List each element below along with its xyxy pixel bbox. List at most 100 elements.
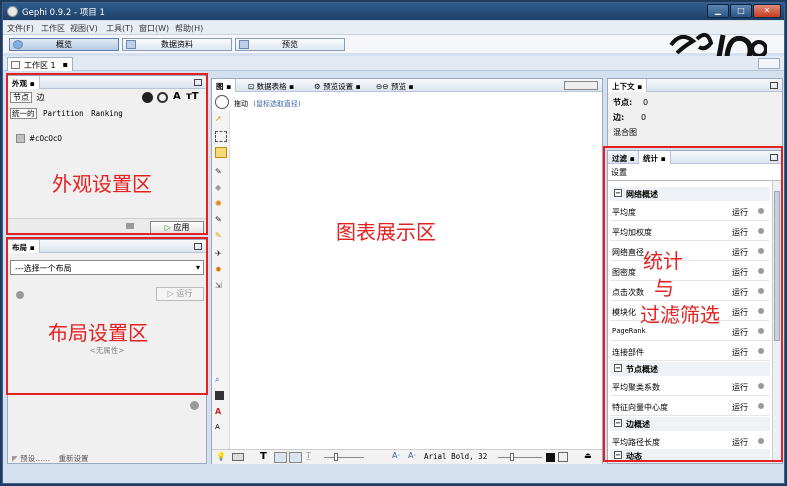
info-icon[interactable] xyxy=(758,228,764,234)
info-icon[interactable] xyxy=(758,383,764,389)
rectangle-select-icon[interactable] xyxy=(215,131,227,142)
run-button[interactable]: 运行 xyxy=(732,267,748,278)
run-button[interactable]: 运行 xyxy=(732,382,748,393)
unique-mode-tab[interactable]: 统一的 xyxy=(10,108,37,119)
run-button[interactable]: 运行 xyxy=(732,307,748,318)
info-icon[interactable] xyxy=(758,208,764,214)
run-button[interactable]: 运行 xyxy=(732,247,748,258)
reset-button[interactable]: 重新设置 xyxy=(59,454,89,463)
brush-icon[interactable]: ✎ xyxy=(215,167,227,178)
data-lab-mode-button[interactable]: 数据资料 xyxy=(122,38,232,51)
run-button[interactable]: 运行 xyxy=(732,287,748,298)
workspace-tab[interactable]: 工作区 1 ▪ xyxy=(7,57,73,71)
heat-icon[interactable]: ✺ xyxy=(215,199,227,210)
auto-apply-icon[interactable] xyxy=(126,223,134,229)
layout-info-icon[interactable] xyxy=(16,291,24,299)
edge-label-toggle[interactable] xyxy=(289,452,302,463)
text-size-icon[interactable]: A xyxy=(215,423,227,434)
size-icon[interactable] xyxy=(157,92,168,103)
expand-icon[interactable]: ⏏ xyxy=(584,451,592,460)
slider-handle[interactable] xyxy=(334,453,338,461)
menu-view[interactable]: 视图(V) xyxy=(70,23,98,34)
close-button[interactable]: ✕ xyxy=(753,4,781,18)
menu-file[interactable]: 文件(F) xyxy=(7,23,34,34)
menu-tools[interactable]: 工具(T) xyxy=(106,23,133,34)
layout-select[interactable]: ---选择一个布局 ▾ xyxy=(10,260,204,275)
overview-mode-button[interactable]: 概览 xyxy=(9,38,119,51)
font-label[interactable]: Arial Bold, 32 xyxy=(424,452,487,461)
add-edge-icon[interactable]: ⇲ xyxy=(215,281,227,292)
layout-tab[interactable]: 布局 ▪ xyxy=(8,240,40,253)
edge-overview-section[interactable]: − 边概述 xyxy=(610,417,770,431)
minimize-panel-icon[interactable] xyxy=(194,243,202,250)
color-swatch[interactable] xyxy=(16,134,25,143)
menu-help[interactable]: 帮助(H) xyxy=(175,23,203,34)
close-tab-icon[interactable]: ▪ xyxy=(63,60,68,69)
ranking-mode-tab[interactable]: Ranking xyxy=(91,109,123,118)
scrollbar-thumb[interactable] xyxy=(774,191,780,341)
filters-tab[interactable]: 过滤 ▪ xyxy=(608,151,639,164)
attributes-icon[interactable] xyxy=(558,452,568,462)
label-color-swatch[interactable] xyxy=(546,453,555,462)
statistics-scrollbar[interactable] xyxy=(772,181,781,463)
shortest-path-icon[interactable]: ✈ xyxy=(215,249,227,260)
info-icon[interactable] xyxy=(758,403,764,409)
node-label-toggle[interactable] xyxy=(274,452,287,463)
layout-run-button[interactable]: ▷ 运行 xyxy=(156,287,204,301)
eraser-icon[interactable]: ◆ xyxy=(215,183,227,194)
menu-window[interactable]: 窗口(W) xyxy=(139,23,169,34)
zoom-icon[interactable]: ⌕ xyxy=(215,375,227,386)
preview-tab[interactable]: ⊖⊖ 预览 ▪ xyxy=(372,79,417,92)
font-size-decrease-icon[interactable]: A· xyxy=(408,451,416,460)
tab-navigation-buttons[interactable] xyxy=(564,81,598,90)
layout-properties-icon[interactable] xyxy=(190,401,199,410)
label-size-slider[interactable] xyxy=(324,457,364,458)
apply-button[interactable]: ▷ 应用 xyxy=(150,221,204,234)
info-icon[interactable] xyxy=(758,348,764,354)
preview-settings-tab[interactable]: ⚙ 预览设置 ▪ xyxy=(310,79,365,92)
edit-node-icon[interactable]: ✹ xyxy=(215,265,227,276)
text-color-icon[interactable]: A xyxy=(215,407,227,418)
dynamic-section[interactable]: − 动态 xyxy=(610,449,770,463)
run-button[interactable]: 运行 xyxy=(732,207,748,218)
menu-workspace[interactable]: 工作区 xyxy=(41,23,65,34)
info-icon[interactable] xyxy=(758,308,764,314)
run-button[interactable]: 运行 xyxy=(732,227,748,238)
minimize-panel-icon[interactable] xyxy=(770,154,778,161)
font-slider-handle[interactable] xyxy=(510,453,514,461)
context-tab[interactable]: 上下文 ▪ xyxy=(608,79,648,92)
screenshot-icon[interactable] xyxy=(232,453,244,461)
statistics-settings[interactable]: 设置 xyxy=(611,167,627,178)
partition-mode-tab[interactable]: Partition xyxy=(43,109,84,118)
minimize-button[interactable]: ▁ xyxy=(707,4,729,18)
label-color-icon[interactable]: A xyxy=(173,91,181,102)
font-scale-slider[interactable] xyxy=(498,457,542,458)
info-icon[interactable] xyxy=(758,248,764,254)
preview-mode-button[interactable]: 预览 xyxy=(235,38,345,51)
info-icon[interactable] xyxy=(758,268,764,274)
maximize-button[interactable]: □ xyxy=(730,4,752,18)
graph-tab[interactable]: 图 ▪ xyxy=(212,79,237,92)
workspace-scroll-buttons[interactable] xyxy=(758,58,780,69)
text-tool-icon[interactable]: T xyxy=(260,451,267,462)
font-size-increase-icon[interactable]: A· xyxy=(392,451,400,460)
lightbulb-icon[interactable]: 💡 xyxy=(216,452,226,461)
info-icon[interactable] xyxy=(758,288,764,294)
network-overview-section[interactable]: − 网络概述 xyxy=(610,187,770,201)
minimize-panel-icon[interactable] xyxy=(770,82,778,89)
drag-tool-icon[interactable] xyxy=(215,147,227,158)
data-table-tab[interactable]: ⊡ 数据表格 ▪ xyxy=(244,79,298,92)
appearance-tab[interactable]: 外观 ▪ xyxy=(8,76,40,89)
pencil-icon[interactable]: ✎ xyxy=(215,215,227,226)
yellow-pencil-icon[interactable]: ✎ xyxy=(215,231,227,242)
node-overview-section[interactable]: − 节点概述 xyxy=(610,362,770,376)
info-icon[interactable] xyxy=(758,438,764,444)
presets-button[interactable]: 预设…… xyxy=(20,454,50,463)
run-button[interactable]: 运行 xyxy=(732,402,748,413)
node-tab[interactable]: 节点 xyxy=(10,92,32,103)
info-icon[interactable] xyxy=(758,328,764,334)
pointer-icon[interactable]: ➚ xyxy=(215,114,227,125)
color-icon[interactable] xyxy=(142,92,153,103)
run-button[interactable]: 运行 xyxy=(732,347,748,358)
background-color-icon[interactable] xyxy=(215,391,224,400)
